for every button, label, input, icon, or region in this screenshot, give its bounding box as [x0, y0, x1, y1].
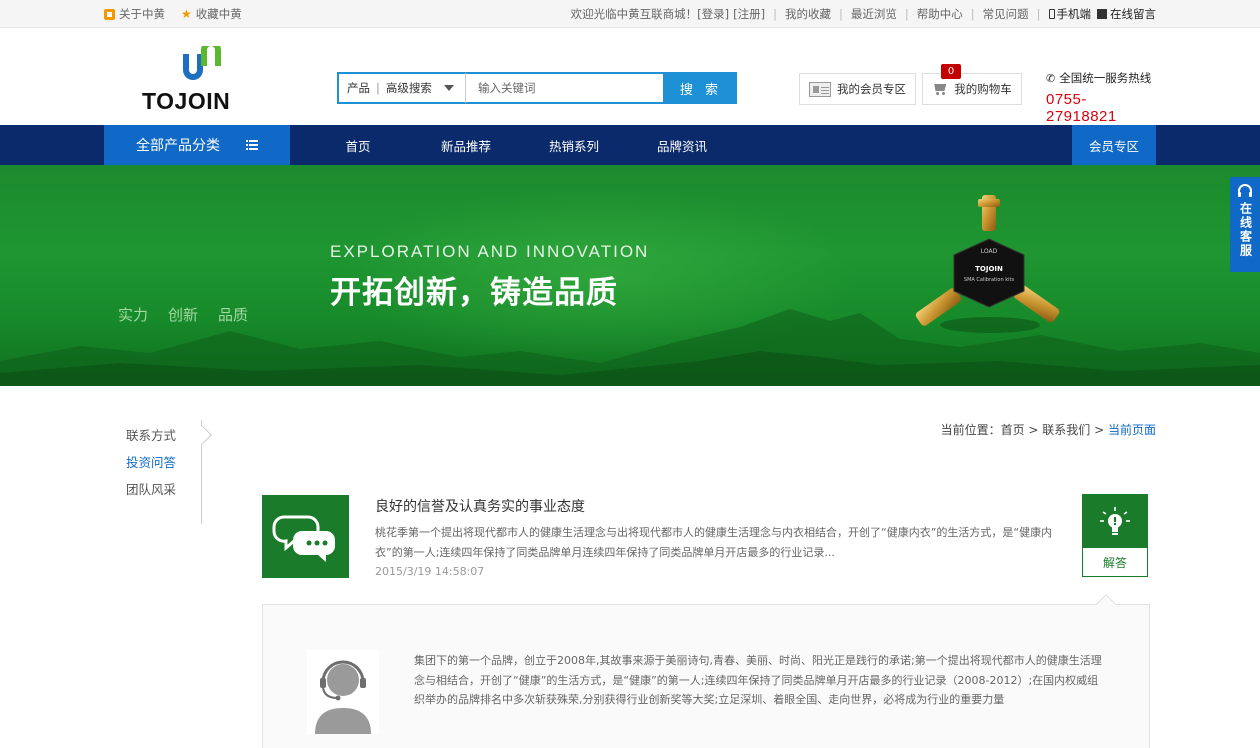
menu-icon — [246, 140, 258, 150]
main-nav: 全部产品分类 首页 新品推荐 热销系列 品牌资讯 会员专区 — [0, 125, 1260, 165]
search-input[interactable] — [465, 72, 665, 104]
lightbulb-icon — [1100, 506, 1130, 535]
about-icon — [104, 8, 115, 20]
hero-banner[interactable]: EXPLORATION AND INNOVATION 开拓创新，铸造品质 实力 … — [0, 165, 1260, 386]
banner-tag: 实力 — [118, 306, 149, 324]
banner-tags: 实力 创新 品质 — [118, 304, 248, 325]
faq-link[interactable]: 常见问题 — [983, 6, 1029, 22]
nav-hot-series[interactable]: 热销系列 — [520, 125, 628, 165]
search-button[interactable]: 搜 索 — [665, 72, 737, 104]
help-link[interactable]: 帮助中心 — [917, 6, 963, 22]
about-link[interactable]: 关于中黄 — [104, 6, 165, 22]
top-bar: 关于中黄 ★ 收藏中黄 欢迎光临中黄互联商城！ [登录] [注册] | 我的收藏 … — [0, 0, 1260, 28]
register-link[interactable]: [注册] — [733, 6, 765, 22]
answer-panel: 集团下的第一个品牌，创立于2008年,其故事来源于美丽诗句,青春、美丽、时尚、阳… — [262, 594, 1150, 748]
product-brand-label: TOJOIN — [975, 265, 1003, 273]
calibration-kit-image: LOAD TOJOIN SMA Calibration kits — [915, 195, 1060, 333]
product-caption: SMA Calibration kits — [964, 277, 1015, 283]
sidebar-item-investment-qa[interactable]: 投资问答 — [126, 447, 201, 474]
qa-chat-icon — [262, 495, 349, 578]
banner-chinese-title: 开拓创新，铸造品质 — [330, 275, 618, 311]
breadcrumb-current[interactable]: 当前页面 — [1108, 423, 1156, 437]
online-service-label: 在线客服 — [1238, 202, 1253, 258]
nav-new-products[interactable]: 新品推荐 — [412, 125, 520, 165]
banner-tag: 品质 — [218, 306, 249, 324]
cart-button[interactable]: 我的购物车 — [922, 73, 1022, 105]
breadcrumb-home[interactable]: 首页 — [1001, 423, 1025, 437]
sidebar-item-contact[interactable]: 联系方式 — [126, 420, 201, 447]
qa-description: 桃花季第一个提出将现代都市人的健康生活理念与出将现代都市人的健康生活理念与内衣相… — [375, 526, 1053, 559]
search-bar: 产品 | 高级搜索 搜 索 — [337, 72, 737, 104]
hotline-number: 0755-27918821 — [1046, 91, 1117, 125]
breadcrumb: 当前位置：首页 > 联系我们 > 当前页面 — [940, 423, 1156, 437]
answer-text: 集团下的第一个品牌，创立于2008年,其故事来源于美丽诗句,青春、美丽、时尚、阳… — [414, 654, 1102, 706]
message-icon — [1097, 9, 1107, 19]
message-link[interactable]: 在线留言 — [1097, 6, 1156, 22]
favorite-link[interactable]: ★ 收藏中黄 — [181, 6, 242, 22]
answer-button[interactable]: 解答 — [1082, 494, 1148, 577]
headset-icon — [1238, 184, 1252, 197]
nav-brand-news[interactable]: 品牌资讯 — [628, 125, 736, 165]
star-icon: ★ — [181, 7, 192, 21]
online-service-button[interactable]: 在线客服 — [1230, 177, 1260, 272]
customer-service-avatar — [307, 650, 379, 734]
my-favorites-link[interactable]: 我的收藏 — [785, 6, 831, 22]
hotline: ✆ 全国统一服务热线 0755-27918821 — [1046, 70, 1156, 125]
member-card-icon — [809, 81, 831, 97]
header: TOJOIN 产品 | 高级搜索 搜 索 我的会员专区 我的购物车 0 ✆全国统… — [104, 28, 1156, 125]
qa-timestamp: 2015/3/19 14:58:07 — [375, 565, 485, 578]
cart-count-badge: 0 — [941, 64, 961, 79]
logo-mark-icon — [183, 46, 221, 80]
chevron-down-icon — [443, 85, 454, 91]
nav-home[interactable]: 首页 — [304, 125, 412, 165]
banner-english-title: EXPLORATION AND INNOVATION — [330, 242, 650, 261]
cart-icon — [932, 83, 948, 95]
qa-title[interactable]: 良好的信誉及认真务实的事业态度 — [375, 496, 585, 516]
mobile-icon — [1048, 9, 1055, 19]
logo[interactable]: TOJOIN — [142, 46, 266, 114]
nav-vip-zone[interactable]: 会员专区 — [1072, 125, 1156, 165]
welcome-text: 欢迎光临中黄互联商城！ — [570, 7, 698, 21]
sidebar: 联系方式 投资问答 团队风采 — [126, 420, 212, 524]
sidebar-item-team[interactable]: 团队风采 — [126, 474, 201, 501]
recent-link[interactable]: 最近浏览 — [851, 6, 897, 22]
member-zone-button[interactable]: 我的会员专区 — [799, 73, 916, 105]
search-category-select[interactable]: 产品 | 高级搜索 — [337, 72, 465, 104]
mobile-link[interactable]: 手机端 — [1048, 6, 1091, 22]
phone-icon: ✆ — [1046, 71, 1056, 85]
logo-text: TOJOIN — [142, 88, 231, 114]
breadcrumb-section[interactable]: 联系我们 — [1042, 423, 1090, 437]
banner-tag: 创新 — [168, 306, 199, 324]
login-link[interactable]: [登录] — [697, 6, 729, 22]
product-label-top: LOAD — [981, 248, 998, 255]
answer-label: 解答 — [1102, 556, 1127, 570]
all-categories-button[interactable]: 全部产品分类 — [104, 125, 290, 165]
